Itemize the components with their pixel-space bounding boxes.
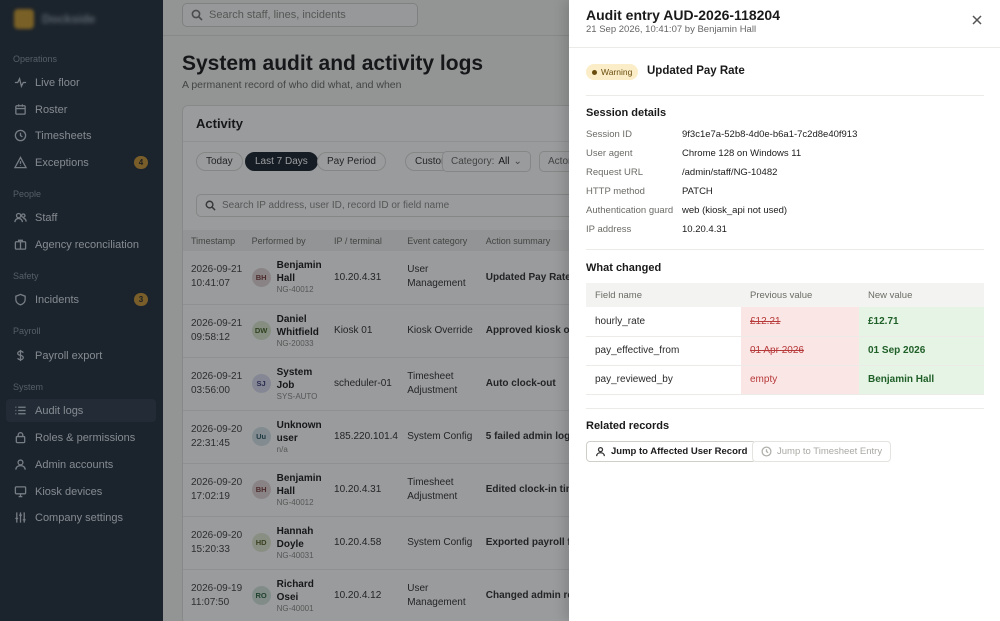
new-value-cell: 01 Sep 2026 <box>859 336 984 366</box>
session-label: Authentication guard <box>586 205 674 216</box>
previous-value-cell: £12.21 <box>741 307 859 337</box>
new-value-cell: £12.71 <box>859 307 984 337</box>
close-icon <box>972 15 982 25</box>
related-heading: Related records <box>586 420 670 432</box>
user-icon <box>596 447 605 457</box>
change-row: pay_effective_from 01 Apr 2026 01 Sep 20… <box>586 336 984 366</box>
previous-value: 01 Apr 2026 <box>750 345 804 356</box>
changes-table: Field name Previous value New value hour… <box>586 283 984 395</box>
session-value: 9f3c1e7a-52b8-4d0e-b6a1-7c2d8e40f913 <box>682 129 858 140</box>
session-value: /admin/staff/NG-10482 <box>682 167 778 178</box>
session-label: HTTP method <box>586 186 645 197</box>
session-value: web (kiosk_api not used) <box>682 205 788 216</box>
jump-to-user-label: Jump to Affected User Record <box>611 446 748 457</box>
severity-dot <box>592 69 597 75</box>
col-field-name: Field name <box>586 283 741 307</box>
previous-value-cell: empty <box>741 365 859 395</box>
clock-icon <box>761 446 772 457</box>
drawer-header-divider <box>569 47 1000 48</box>
drawer-meta: 21 Sep 2026, 10:41:07 by Benjamin Hall <box>586 24 757 35</box>
divider <box>586 95 984 96</box>
previous-value: empty <box>750 374 778 385</box>
session-heading: Session details <box>586 107 667 119</box>
close-button[interactable] <box>970 13 984 27</box>
audit-entry-drawer: Audit entry AUD-2026-118204 21 Sep 2026,… <box>569 0 1000 621</box>
col-previous-value: Previous value <box>741 283 859 307</box>
field-name-cell: hourly_rate <box>586 307 741 337</box>
field-name-cell: pay_effective_from <box>586 336 741 366</box>
session-value: 10.20.4.31 <box>682 224 727 235</box>
jump-to-user-button[interactable]: Jump to Affected User Record <box>586 441 757 462</box>
event-title: Updated Pay Rate <box>647 65 745 77</box>
jump-to-timesheet-button[interactable]: Jump to Timesheet Entry <box>752 441 892 462</box>
divider <box>586 408 984 409</box>
drawer-title: Audit entry AUD-2026-118204 <box>586 7 781 23</box>
divider <box>586 249 984 250</box>
severity-badge: Warning <box>586 64 639 80</box>
previous-value: £12.21 <box>750 315 781 327</box>
jump-to-timesheet-label: Jump to Timesheet Entry <box>777 446 883 457</box>
session-value: Chrome 128 on Windows 11 <box>682 148 802 159</box>
previous-value-cell: 01 Apr 2026 <box>741 336 859 366</box>
session-label: User agent <box>586 148 633 159</box>
change-row: pay_reviewed_by empty Benjamin Hall <box>586 365 984 395</box>
field-name-cell: pay_reviewed_by <box>586 365 741 395</box>
modal-backdrop[interactable] <box>0 0 569 621</box>
col-new-value: New value <box>859 283 984 307</box>
changes-heading: What changed <box>586 262 662 274</box>
session-value: PATCH <box>682 186 713 197</box>
session-label: Request URL <box>586 167 644 178</box>
session-label: Session ID <box>586 129 632 140</box>
new-value-cell: Benjamin Hall <box>859 365 984 395</box>
change-row: hourly_rate £12.21 £12.71 <box>586 307 984 337</box>
severity-label: Warning <box>601 67 633 77</box>
session-label: IP address <box>586 224 632 235</box>
